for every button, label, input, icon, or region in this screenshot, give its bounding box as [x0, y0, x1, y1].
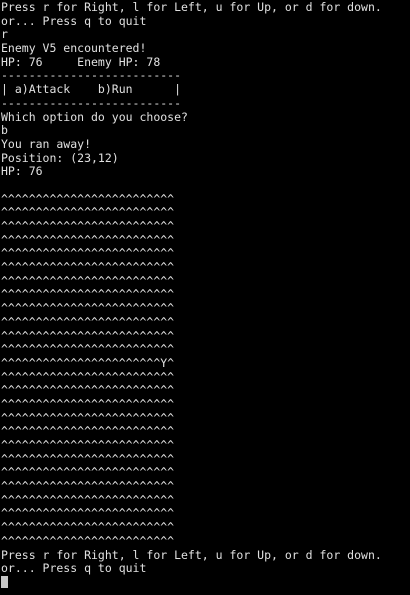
terminal-window[interactable]: Press r for Right, l for Left, u for Up,… [0, 0, 410, 595]
terminal-line: You ran away! [1, 136, 92, 151]
terminal-line: ^^^^^^^^^^^^^^^^^^^^^^^^^ [1, 314, 175, 329]
terminal-line: ^^^^^^^^^^^^^^^^^^^^^^^^^ [1, 410, 175, 425]
terminal-line: ^^^^^^^^^^^^^^^^^^^^^^^^^ [1, 287, 175, 302]
terminal-line: HP: 76 Enemy HP: 78 [1, 54, 161, 69]
terminal-line: ^^^^^^^^^^^^^^^^^^^^^^^^^ [1, 191, 175, 206]
terminal-line: ^^^^^^^^^^^^^^^^^^^^^^^^^ [1, 451, 175, 466]
terminal-output: Press r for Right, l for Left, u for Up,… [1, 0, 382, 576]
terminal-line: ^^^^^^^^^^^^^^^^^^^^^^^^^ [1, 232, 175, 247]
terminal-line: ^^^^^^^^^^^^^^^^^^^^^^^^^ [1, 205, 175, 220]
terminal-line: or... Press q to quit [1, 13, 147, 28]
terminal-line: -------------------------- [1, 95, 182, 110]
terminal-line: ^^^^^^^^^^^^^^^^^^^^^^^^^ [1, 520, 175, 535]
terminal-line: Position: (23,12) [1, 150, 119, 165]
terminal-line: ^^^^^^^^^^^^^^^^^^^^^^^^^ [1, 273, 175, 288]
terminal-line: ^^^^^^^^^^^^^^^^^^^^^^^^^ [1, 301, 175, 316]
terminal-line: ^^^^^^^^^^^^^^^^^^^^^^^^^ [1, 219, 175, 233]
terminal-line: Press r for Right, l for Left, u for Up,… [1, 547, 382, 562]
terminal-line: ^^^^^^^^^^^^^^^^^^^^^^^^^ [1, 369, 175, 384]
terminal-line: ^^^^^^^^^^^^^^^^^^^^^^^^^ [1, 479, 175, 494]
terminal-line: ^^^^^^^^^^^^^^^^^^^^^^^^^ [1, 438, 175, 452]
terminal-line: -------------------------- [1, 68, 182, 83]
terminal-line: or... Press q to quit [1, 561, 147, 576]
terminal-line: ^^^^^^^^^^^^^^^^^^^^^^^^^ [1, 424, 175, 439]
terminal-line: ^^^^^^^^^^^^^^^^^^^^^^^^^ [1, 260, 175, 275]
terminal-line: r [1, 27, 8, 42]
terminal-line: ^^^^^^^^^^^^^^^^^^^^^^^^^ [1, 383, 175, 398]
text-cursor[interactable] [1, 576, 8, 588]
terminal-line: | a)Attack b)Run | [1, 82, 182, 97]
terminal-line: HP: 76 [1, 164, 43, 179]
terminal-line: ^^^^^^^^^^^^^^^^^^^^^^^^^ [1, 506, 175, 521]
terminal-line: ^^^^^^^^^^^^^^^^^^^^^^^^^ [1, 246, 175, 261]
terminal-line: Which option do you choose? [1, 109, 188, 124]
terminal-line: ^^^^^^^^^^^^^^^^^^^^^^^^^ [1, 465, 175, 480]
terminal-line: ^^^^^^^^^^^^^^^^^^^^^^^^^ [1, 328, 175, 343]
terminal-line: ^^^^^^^^^^^^^^^^^^^^^^^^^ [1, 492, 175, 507]
terminal-line: Enemy V5 encountered! [1, 41, 147, 56]
terminal-line: b [1, 123, 8, 138]
terminal-line: ^^^^^^^^^^^^^^^^^^^^^^^^^ [1, 533, 175, 548]
terminal-line: ^^^^^^^^^^^^^^^^^^^^^^^Y^ [1, 355, 175, 370]
terminal-line: ^^^^^^^^^^^^^^^^^^^^^^^^^ [1, 342, 175, 357]
terminal-line: ^^^^^^^^^^^^^^^^^^^^^^^^^ [1, 396, 175, 411]
terminal-line: Press r for Right, l for Left, u for Up,… [1, 0, 382, 14]
